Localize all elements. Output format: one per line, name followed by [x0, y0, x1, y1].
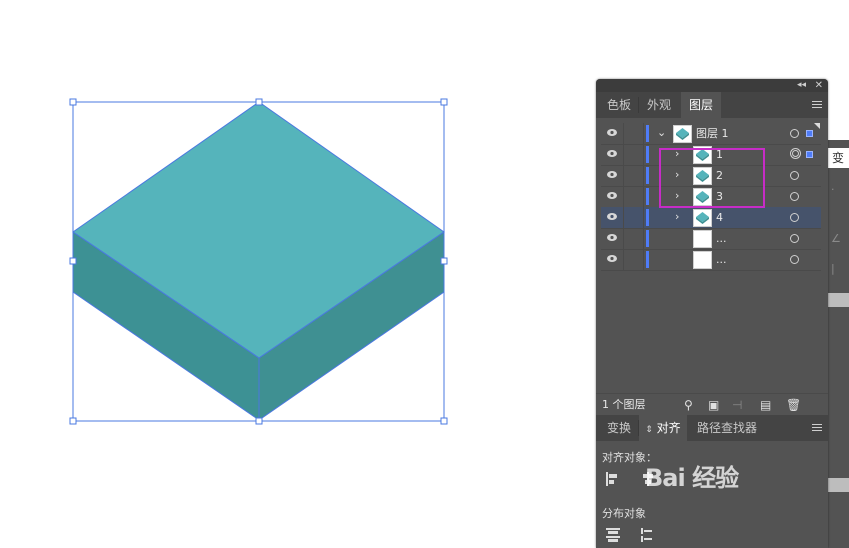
target-icon[interactable]	[790, 171, 799, 180]
layer-label[interactable]: 4	[716, 207, 723, 228]
trash-icon[interactable]: 🗑	[786, 398, 801, 412]
layer-label[interactable]: 图层 1	[696, 123, 729, 144]
diamond-thumbnail-icon	[676, 128, 689, 140]
eye-icon[interactable]	[607, 129, 617, 136]
eye-icon[interactable]	[607, 255, 617, 262]
target-icon[interactable]	[790, 255, 799, 264]
panel-menu-icon[interactable]	[812, 101, 822, 109]
target-icon[interactable]	[790, 192, 799, 201]
updown-icon: ⇕	[645, 425, 653, 435]
corner-indicator-icon	[814, 123, 820, 129]
tab-transform[interactable]: 变换	[600, 415, 638, 441]
eye-icon[interactable]	[607, 234, 617, 241]
layer-color-bar	[646, 188, 649, 205]
layer-thumbnail-blank	[693, 230, 712, 248]
selection-square-icon[interactable]	[806, 130, 813, 137]
layer-row-layer1[interactable]: ⌄ 图层 1	[601, 123, 821, 145]
chevron-right-icon[interactable]: ›	[675, 210, 679, 224]
target-icon[interactable]	[790, 234, 799, 243]
column-divider	[623, 123, 624, 144]
handle-top-left[interactable]	[69, 98, 77, 106]
layer-color-bar	[646, 146, 649, 163]
align-tabbar: 变换 ⇕ 对齐 路径查找器	[596, 415, 828, 441]
column-divider	[623, 165, 624, 186]
layers-footer: 1 个图层 ⚲ ▣ ⊣ ▤ 🗑	[596, 393, 828, 416]
handle-middle-left[interactable]	[69, 257, 77, 265]
new-layer-icon[interactable]: ▤	[760, 398, 771, 412]
column-divider	[643, 144, 644, 165]
collapse-icon[interactable]: ◂◂	[797, 79, 806, 92]
side-panel-mark: .	[831, 180, 835, 193]
distribute-top-icon[interactable]	[605, 527, 621, 543]
column-divider	[643, 165, 644, 186]
tab-pathfinder[interactable]: 路径查找器	[689, 415, 765, 441]
handle-bottom-left[interactable]	[69, 417, 77, 425]
panel-title-bar[interactable]: ◂◂ ✕	[596, 79, 828, 92]
layer-row-path-2[interactable]: ...	[601, 249, 821, 271]
align-left-icon[interactable]	[605, 471, 621, 487]
column-divider	[623, 228, 624, 249]
side-panel-tab[interactable]: 变	[827, 148, 849, 168]
layer-color-bar	[646, 230, 649, 247]
layer-thumbnail	[693, 209, 712, 227]
tab-appearance[interactable]: 外观	[639, 92, 679, 118]
layer-color-bar	[646, 209, 649, 226]
handle-bottom-right[interactable]	[440, 417, 448, 425]
make-clip-mask-icon[interactable]: ▣	[708, 398, 719, 412]
side-mark-icon: |	[831, 262, 835, 275]
column-divider	[643, 207, 644, 228]
eye-icon[interactable]	[607, 213, 617, 220]
tab-swatches[interactable]: 色板	[600, 92, 638, 118]
distribute-vertical-center-icon[interactable]	[640, 527, 656, 543]
highlight-annotation-box	[659, 148, 765, 208]
layer-color-bar	[646, 125, 649, 142]
column-divider	[643, 249, 644, 270]
selection-square-icon[interactable]	[806, 151, 813, 158]
column-divider	[643, 186, 644, 207]
panel-tabbar: 色板 外观 图层	[596, 92, 828, 118]
distribute-objects-label: 分布对象	[602, 507, 646, 520]
layer-label[interactable]: ...	[716, 249, 727, 270]
tab-align[interactable]: ⇕ 对齐	[639, 415, 687, 441]
handle-middle-right[interactable]	[440, 257, 448, 265]
eye-icon[interactable]	[607, 150, 617, 157]
tab-layers[interactable]: 图层	[681, 92, 721, 118]
layer-color-bar	[646, 167, 649, 184]
target-icon[interactable]	[790, 129, 799, 138]
column-divider	[623, 144, 624, 165]
layer-row-4[interactable]: › 4	[601, 207, 821, 229]
chevron-down-icon[interactable]: ⌄	[657, 126, 666, 140]
close-icon[interactable]: ✕	[815, 79, 823, 92]
column-divider	[623, 249, 624, 270]
watermark-logo: Bai 经验	[645, 464, 739, 492]
column-divider	[643, 228, 644, 249]
search-icon[interactable]: ⚲	[684, 398, 693, 412]
layer-row-path-1[interactable]: ...	[601, 228, 821, 250]
new-sublayer-icon[interactable]: ⊣	[732, 398, 742, 412]
column-divider	[643, 123, 644, 144]
side-angle-icon: ∠	[831, 232, 841, 245]
eye-icon[interactable]	[607, 192, 617, 199]
panel-menu-icon[interactable]	[812, 424, 822, 432]
column-divider	[623, 186, 624, 207]
target-double-icon[interactable]	[790, 148, 801, 159]
layer-thumbnail	[673, 125, 692, 143]
layer-label[interactable]: ...	[716, 228, 727, 249]
tab-align-label: 对齐	[656, 421, 681, 435]
target-icon[interactable]	[790, 213, 799, 222]
layer-thumbnail-blank	[693, 251, 712, 269]
handle-bottom-center[interactable]	[255, 417, 263, 425]
eye-icon[interactable]	[607, 171, 617, 178]
diamond-thumbnail-icon	[696, 212, 709, 224]
handle-top-center[interactable]	[255, 98, 263, 106]
layer-count-text: 1 个图层	[602, 398, 646, 411]
handle-top-right[interactable]	[440, 98, 448, 106]
layer-color-bar	[646, 251, 649, 268]
column-divider	[623, 207, 624, 228]
